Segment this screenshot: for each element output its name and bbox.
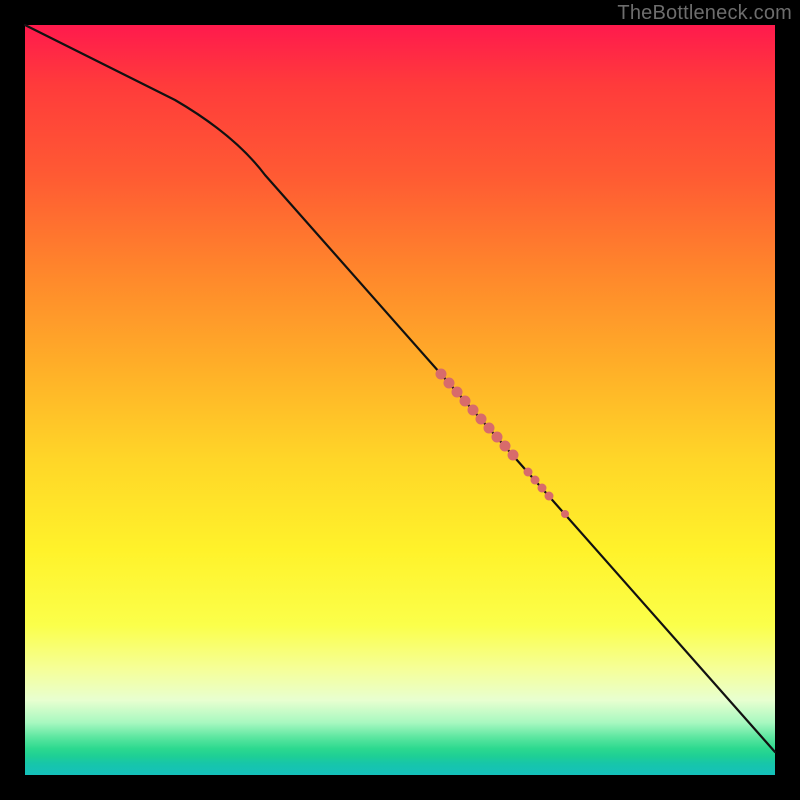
- plot-svg: [25, 25, 775, 775]
- attribution-text: TheBottleneck.com: [617, 2, 792, 25]
- gradient-plot-area: [25, 25, 775, 775]
- chart-frame: TheBottleneck.com: [0, 0, 800, 800]
- highlight-markers: [436, 369, 570, 519]
- bottleneck-curve: [25, 25, 775, 752]
